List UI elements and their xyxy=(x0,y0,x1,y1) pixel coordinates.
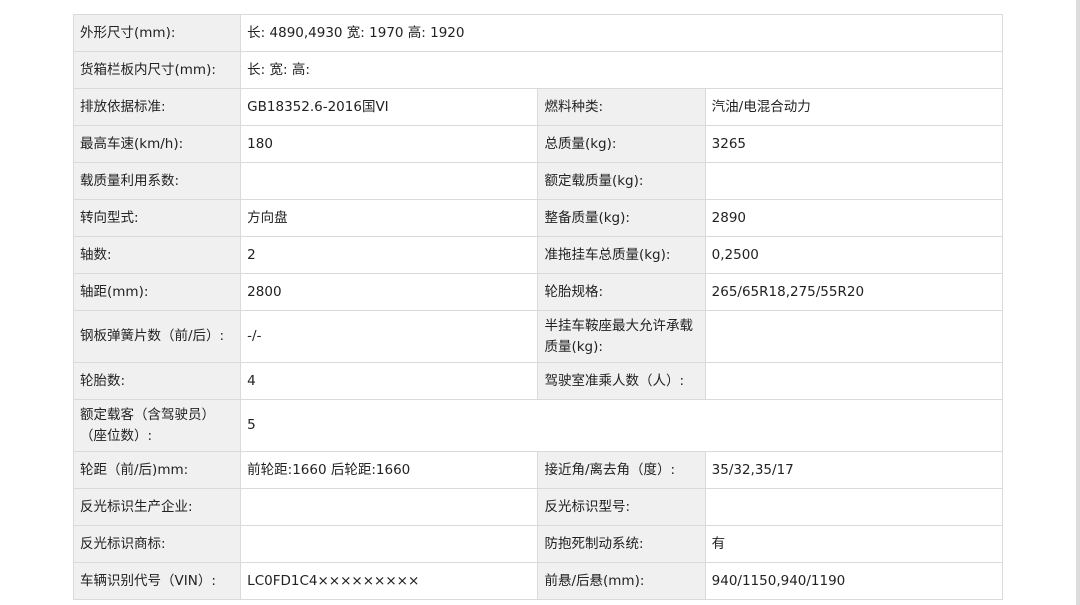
spec-value xyxy=(704,310,1004,363)
spec-label: 载质量利用系数: xyxy=(72,162,242,200)
window-edge xyxy=(1076,0,1080,605)
spec-label: 外形尺寸(mm): xyxy=(72,14,242,52)
spec-row: 钢板弹簧片数（前/后）: -/- 半挂车鞍座最大允许承载质量(kg): xyxy=(72,310,1004,363)
spec-label: 排放依据标准: xyxy=(72,88,242,126)
spec-row: 轴数: 2 准拖挂车总质量(kg): 0,2500 xyxy=(72,236,1004,274)
spec-value: 265/65R18,275/55R20 xyxy=(704,273,1004,311)
spec-label: 额定载质量(kg): xyxy=(537,162,706,200)
spec-row: 载质量利用系数: 额定载质量(kg): xyxy=(72,162,1004,200)
spec-label: 反光标识生产企业: xyxy=(72,488,242,526)
spec-label: 前悬/后悬(mm): xyxy=(537,562,706,600)
spec-value xyxy=(704,362,1004,400)
spec-label: 总质量(kg): xyxy=(537,125,706,163)
spec-value: 940/1150,940/1190 xyxy=(704,562,1004,600)
spec-value xyxy=(240,525,539,563)
spec-value: LC0FD1C4××××××××× xyxy=(240,562,539,600)
spec-value: 2890 xyxy=(704,199,1004,237)
spec-value: -/- xyxy=(240,310,539,363)
spec-label: 轴距(mm): xyxy=(72,273,242,311)
spec-label: 接近角/离去角（度）: xyxy=(537,451,706,489)
spec-row-seats: 额定载客（含驾驶员）（座位数）: 5 xyxy=(72,399,1003,452)
spec-value: 0,2500 xyxy=(704,236,1004,274)
spec-value: 5 xyxy=(240,399,1003,452)
spec-value: 方向盘 xyxy=(240,199,539,237)
spec-value: 有 xyxy=(704,525,1004,563)
spec-label: 驾驶室准乘人数（人）: xyxy=(537,362,706,400)
spec-label: 车辆识别代号（VIN）: xyxy=(72,562,242,600)
spec-value: 2 xyxy=(240,236,539,274)
spec-value xyxy=(240,162,539,200)
vehicle-spec-table: 外形尺寸(mm): 长: 4890,4930 宽: 1970 高: 1920 货… xyxy=(72,14,1004,600)
spec-value: 汽油/电混合动力 xyxy=(704,88,1004,126)
spec-value: 2800 xyxy=(240,273,539,311)
spec-label: 轮距（前/后)mm: xyxy=(72,451,242,489)
spec-label: 轮胎数: xyxy=(72,362,242,400)
spec-label: 半挂车鞍座最大允许承载质量(kg): xyxy=(537,310,706,363)
spec-label: 转向型式: xyxy=(72,199,242,237)
spec-value: GB18352.6-2016国VI xyxy=(240,88,539,126)
spec-row: 车辆识别代号（VIN）: LC0FD1C4××××××××× 前悬/后悬(mm)… xyxy=(72,562,1004,600)
spec-row-dimensions: 外形尺寸(mm): 长: 4890,4930 宽: 1970 高: 1920 xyxy=(72,14,1003,52)
spec-value: 长: 4890,4930 宽: 1970 高: 1920 xyxy=(240,14,1003,52)
spec-label: 轴数: xyxy=(72,236,242,274)
spec-row: 轮距（前/后)mm: 前轮距:1660 后轮距:1660 接近角/离去角（度）:… xyxy=(72,451,1004,489)
spec-value: 前轮距:1660 后轮距:1660 xyxy=(240,451,539,489)
spec-label: 轮胎规格: xyxy=(537,273,706,311)
spec-row: 最高车速(km/h): 180 总质量(kg): 3265 xyxy=(72,125,1004,163)
spec-value: 长: 宽: 高: xyxy=(240,51,1003,89)
spec-row: 反光标识生产企业: 反光标识型号: xyxy=(72,488,1004,526)
spec-label: 货箱栏板内尺寸(mm): xyxy=(72,51,242,89)
spec-value xyxy=(704,488,1004,526)
spec-value: 180 xyxy=(240,125,539,163)
spec-label: 防抱死制动系统: xyxy=(537,525,706,563)
spec-row: 反光标识商标: 防抱死制动系统: 有 xyxy=(72,525,1004,563)
spec-row-cargo-box: 货箱栏板内尺寸(mm): 长: 宽: 高: xyxy=(72,51,1003,89)
spec-label: 准拖挂车总质量(kg): xyxy=(537,236,706,274)
spec-value xyxy=(704,162,1004,200)
spec-row: 轮胎数: 4 驾驶室准乘人数（人）: xyxy=(72,362,1004,400)
spec-label: 燃料种类: xyxy=(537,88,706,126)
spec-value: 35/32,35/17 xyxy=(704,451,1004,489)
spec-row: 轴距(mm): 2800 轮胎规格: 265/65R18,275/55R20 xyxy=(72,273,1004,311)
spec-row: 排放依据标准: GB18352.6-2016国VI 燃料种类: 汽油/电混合动力 xyxy=(72,88,1004,126)
spec-label: 整备质量(kg): xyxy=(537,199,706,237)
spec-value xyxy=(240,488,539,526)
spec-label: 最高车速(km/h): xyxy=(72,125,242,163)
spec-value: 4 xyxy=(240,362,539,400)
spec-label: 钢板弹簧片数（前/后）: xyxy=(72,310,242,363)
spec-label: 额定载客（含驾驶员）（座位数）: xyxy=(72,399,242,452)
spec-label: 反光标识型号: xyxy=(537,488,706,526)
spec-value: 3265 xyxy=(704,125,1004,163)
spec-row: 转向型式: 方向盘 整备质量(kg): 2890 xyxy=(72,199,1004,237)
spec-label: 反光标识商标: xyxy=(72,525,242,563)
